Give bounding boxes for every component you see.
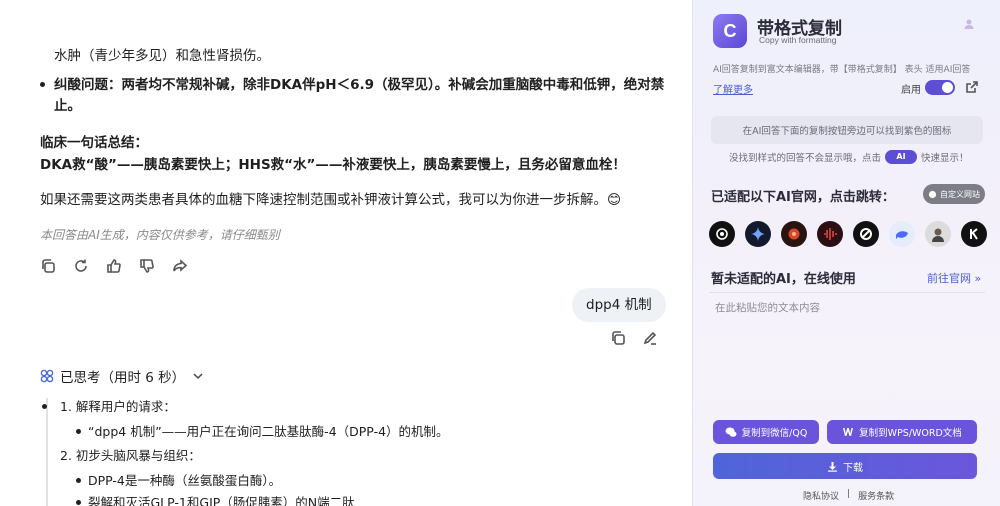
word-icon	[843, 428, 854, 436]
panel-subtitle: Copy with formatting	[759, 35, 837, 45]
answer-line: 如果还需要这两类患者具体的血糖下降速控制范围或补钾液计算公式，我可以为你进一步拆…	[40, 192, 622, 208]
hint-box: 在AI回答下面的复制按钮旁边可以找到紫色的图标	[711, 116, 983, 144]
answer-line: 水肿（青少年多见）和急性肾损伤。	[54, 48, 270, 64]
share-button[interactable]	[170, 256, 190, 276]
panel-description: AI回答复制到富文本编辑器，带【带格式复制】 表头 适用AI回答	[713, 65, 971, 75]
copy-buttons-row: 复制到微信/QQ 复制到WPS/WORD文档	[713, 420, 977, 444]
custom-site-button[interactable]: 自定义网站	[923, 184, 985, 204]
thought-divider	[46, 398, 48, 506]
chevron-down-icon	[193, 373, 203, 380]
download-label: 下载	[843, 462, 863, 474]
goto-site-link[interactable]: 前往官网 »	[927, 270, 981, 286]
copy-button[interactable]	[38, 256, 58, 276]
custom-site-label: 自定义网站	[940, 189, 980, 199]
paste-text-area[interactable]: 在此粘贴您的文本内容	[715, 300, 820, 315]
answer-line: 纠酸问题：两者均不常规补碱，除非DKA伴pH＜6.9（极罕见）。补碱会加重脑酸中…	[54, 77, 665, 93]
chat-area: 水肿（青少年多见）和急性肾损伤。 纠酸问题：两者均不常规补碱，除非DKA伴pH＜…	[0, 0, 692, 506]
thumbs-up-icon	[107, 259, 121, 273]
divider	[709, 292, 985, 293]
not-adapted-title: 暂未适配的AI，在线使用	[711, 272, 856, 287]
download-button[interactable]: 下载	[713, 453, 977, 479]
thought-line: “dpp4 机制”——用户正在询问二肽基肽酶-4（DPP-4）的机制。	[88, 424, 449, 439]
download-icon	[828, 461, 837, 472]
copy-to-wps-button[interactable]: 复制到WPS/WORD文档	[827, 420, 977, 444]
site-k-ai[interactable]	[961, 221, 987, 247]
user-edit-button[interactable]	[640, 328, 660, 348]
site-kimi[interactable]	[781, 221, 807, 247]
bullet-dot	[76, 429, 81, 434]
burst-icon	[788, 228, 800, 240]
learn-more-link[interactable]: 了解更多	[713, 81, 753, 96]
copy-to-wps-label: 复制到WPS/WORD文档	[859, 428, 962, 439]
site-avatar-assistant[interactable]	[925, 221, 951, 247]
hint-text: 快速显示！	[921, 153, 969, 164]
quick-show-hint: 没找到样式的回答不会显示哦，点击 AI 快速显示！	[729, 150, 969, 164]
whale-icon	[896, 231, 908, 239]
bullet-dot	[76, 500, 81, 505]
regenerate-button[interactable]	[71, 256, 91, 276]
thought-line: 2. 初步头脑风暴与组织：	[60, 448, 201, 463]
wechat-icon	[725, 427, 737, 437]
dislike-button[interactable]	[137, 256, 157, 276]
external-link-icon	[966, 81, 978, 93]
copy-to-wechat-button[interactable]: 复制到微信/QQ	[713, 420, 819, 444]
user-icon	[964, 19, 974, 29]
gear-icon	[928, 190, 937, 198]
k-letter-icon	[970, 228, 978, 240]
user-copy-button[interactable]	[608, 328, 628, 348]
app-logo: C	[713, 14, 747, 48]
answer-line: DKA救“酸”——胰岛素要快上；HHS救“水”——补液要快上，胰岛素要慢上，且务…	[40, 157, 626, 173]
thought-line: DPP-4是一种酶（丝氨酸蛋白酶）。	[88, 473, 282, 488]
adapted-sites-title: 已适配以下AI官网，点击跳转：	[711, 190, 895, 205]
hint-text: 没找到样式的回答不会显示哦，点击	[729, 153, 882, 164]
bullet-dot	[42, 404, 47, 409]
adapted-sites-list	[709, 221, 987, 247]
site-doubao[interactable]	[817, 221, 843, 247]
copy-icon	[42, 259, 55, 273]
answer-line: 止。	[54, 98, 81, 114]
bullet-dot	[76, 478, 81, 483]
site-gemini[interactable]	[745, 221, 771, 247]
thinking-icon	[40, 369, 54, 383]
terms-link[interactable]: 服务条款	[858, 489, 894, 502]
ring-icon	[860, 228, 872, 240]
gemini-icon	[751, 227, 765, 241]
chatgpt-icon	[716, 228, 728, 240]
thought-line: 1. 解释用户的请求：	[60, 399, 176, 414]
waveform-icon	[824, 228, 837, 240]
user-avatar-button[interactable]	[959, 14, 979, 34]
edit-icon	[643, 331, 657, 345]
quick-show-badge[interactable]: AI	[885, 150, 918, 164]
thinking-toggle[interactable]: 已思考（用时 6 秒）	[40, 366, 205, 386]
copy-icon	[612, 331, 625, 345]
open-external-button[interactable]	[965, 79, 981, 95]
site-perplexity[interactable]	[853, 221, 879, 247]
refresh-icon	[75, 259, 87, 272]
user-message-bubble: dpp4 机制	[572, 288, 666, 322]
answer-actions	[38, 256, 190, 276]
ai-disclaimer: 本回答由AI生成，内容仅供参考，请仔细甄别	[40, 228, 280, 242]
share-icon	[173, 259, 188, 272]
thought-line: 裂解和灭活GLP-1和GIP（肠促胰素）的N端二肽	[88, 495, 355, 506]
panel-footer: 隐私协议 | 服务条款	[803, 489, 894, 502]
enable-label: 启用	[901, 85, 921, 96]
site-chatgpt[interactable]	[709, 221, 735, 247]
site-deepseek[interactable]	[889, 221, 915, 247]
enable-toggle[interactable]	[925, 80, 955, 95]
avatar-icon	[932, 228, 944, 242]
thumbs-down-icon	[140, 259, 154, 273]
footer-separator: |	[847, 489, 851, 499]
bullet-dot	[40, 82, 45, 87]
thinking-label: 已思考（用时 6 秒）	[60, 370, 186, 386]
format-copy-panel: C 带格式复制 Copy with formatting AI回答复制到富文本编…	[692, 0, 1000, 506]
answer-heading: 临床一句话总结：	[40, 135, 148, 151]
like-button[interactable]	[104, 256, 124, 276]
privacy-link[interactable]: 隐私协议	[803, 489, 839, 502]
copy-to-wechat-label: 复制到微信/QQ	[741, 428, 808, 439]
